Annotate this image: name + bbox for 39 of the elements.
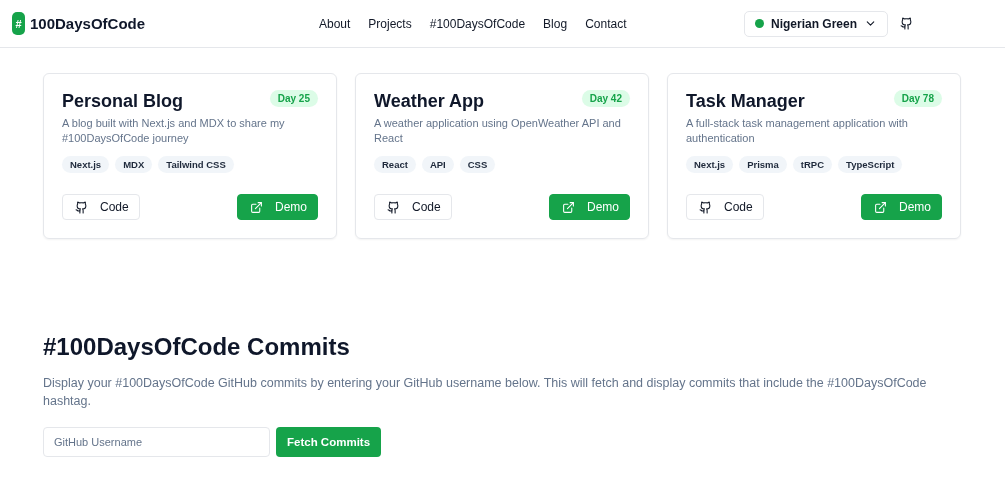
tech-tag: Next.js xyxy=(62,156,110,173)
project-title: Personal Blog xyxy=(62,90,184,112)
github-icon xyxy=(699,200,712,214)
nav-link[interactable]: Contact xyxy=(585,16,627,31)
theme-select[interactable]: Nigerian Green xyxy=(743,10,888,37)
tech-tag: Tailwind CSS xyxy=(158,156,234,173)
github-icon[interactable] xyxy=(900,17,913,30)
code-button[interactable]: Code xyxy=(62,194,140,220)
github-icon xyxy=(387,200,400,214)
nav-link[interactable]: #100DaysOfCode xyxy=(429,16,526,31)
tech-tag: tRPC xyxy=(792,156,833,173)
nav-link[interactable]: Projects xyxy=(368,16,412,31)
code-button[interactable]: Code xyxy=(686,194,764,220)
tech-tag: Next.js xyxy=(686,156,734,173)
tech-tag: Prisma xyxy=(739,156,787,173)
tech-tag: MDX xyxy=(115,156,153,173)
project-title: Weather App xyxy=(374,90,484,112)
project-description: A blog built with Next.js and MDX to share my #100DaysOfCode journey xyxy=(62,116,286,146)
username-field[interactable]: GitHub Username xyxy=(43,427,270,457)
external-link-icon xyxy=(874,200,887,214)
tech-tag: TypeScript xyxy=(838,156,903,173)
day-badge: Day 25 xyxy=(269,90,318,107)
tech-tag: CSS xyxy=(459,156,496,173)
project-title: Task Manager xyxy=(686,90,805,112)
tech-tag: React xyxy=(374,156,416,173)
logo-text[interactable]: 100DaysOfCode xyxy=(30,15,146,32)
project-description: A weather application using OpenWeather API and React xyxy=(374,116,622,146)
tech-tag: API xyxy=(421,156,454,173)
project-description: A full-stack task management application with authentication xyxy=(686,116,909,146)
nav-link[interactable]: Blog xyxy=(543,16,568,31)
day-badge: Day 78 xyxy=(893,90,942,107)
nav-link[interactable]: About xyxy=(319,16,351,31)
code-button[interactable]: Code xyxy=(374,194,452,220)
github-icon xyxy=(75,200,88,214)
external-link-icon xyxy=(250,200,263,214)
section-description: Display your #100DaysOfCode GitHub commits by entering your GitHub username below. This will fetch and display commits that include the #100DaysOfCode hashtag. xyxy=(43,375,928,410)
day-badge: Day 42 xyxy=(581,90,630,107)
external-link-icon xyxy=(562,200,575,214)
section-title: #100DaysOfCode Commits xyxy=(43,333,351,361)
